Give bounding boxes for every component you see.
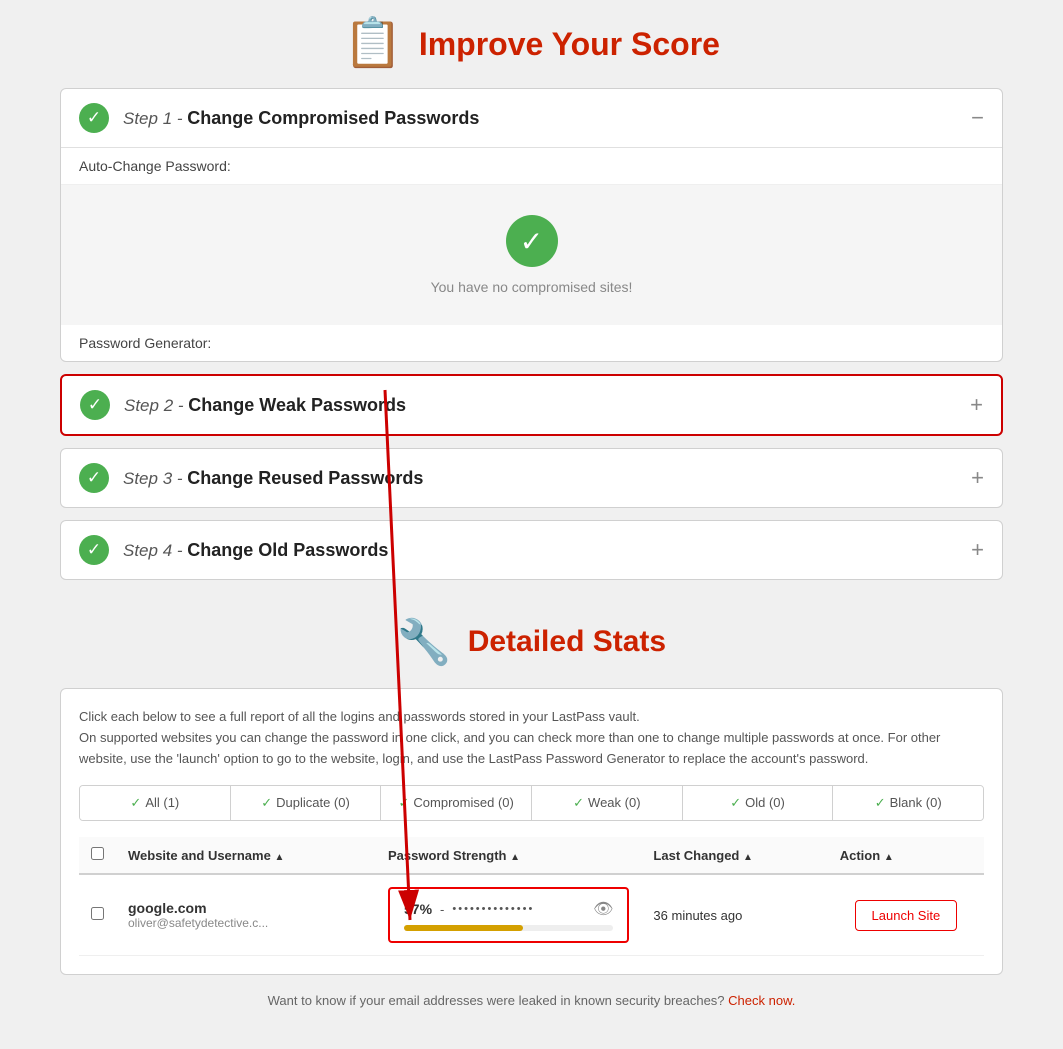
step-1-check-icon: ✓: [79, 103, 109, 133]
step-2-card: ✓ Step 2 - Change Weak Passwords +: [60, 374, 1003, 436]
password-bar-container: [404, 925, 613, 931]
filter-tab-all[interactable]: ✓All (1): [80, 786, 231, 820]
launch-site-button[interactable]: Launch Site: [855, 900, 958, 931]
step-2-toggle[interactable]: +: [970, 392, 983, 418]
step-1-title: Change Compromised Passwords: [187, 108, 479, 128]
step-1-toggle[interactable]: −: [971, 105, 984, 131]
improve-score-header: 📋 Improve Your Score: [60, 10, 1003, 88]
row-checkbox-cell[interactable]: [79, 874, 116, 956]
table-header-password[interactable]: Password Strength: [376, 837, 641, 874]
row-checkbox[interactable]: [91, 907, 104, 920]
table-header-site[interactable]: Website and Username: [116, 837, 376, 874]
page-title: Improve Your Score: [419, 26, 720, 63]
table-header-row: Website and Username Password Strength L…: [79, 837, 984, 874]
footer-text: Want to know if your email addresses wer…: [268, 993, 725, 1008]
table-row: google.com oliver@safetydetective.c... 5…: [79, 874, 984, 956]
filter-tab-old[interactable]: ✓Old (0): [683, 786, 834, 820]
tools-icon: 🔧: [397, 616, 452, 668]
big-check-icon: ✓: [506, 215, 558, 267]
password-percentage: 57%: [404, 901, 432, 917]
filter-tab-weak[interactable]: ✓Weak (0): [532, 786, 683, 820]
eye-icon[interactable]: 👁: [593, 899, 613, 919]
site-name: google.com: [128, 900, 364, 916]
step-2-label: Step 2 - Change Weak Passwords: [124, 395, 406, 416]
step-2-header[interactable]: ✓ Step 2 - Change Weak Passwords +: [62, 376, 1001, 434]
row-password-cell: 57% - •••••••••••••• 👁: [376, 874, 641, 956]
table-header-checkbox: [79, 837, 116, 874]
step-1-card: ✓ Step 1 - Change Compromised Passwords …: [60, 88, 1003, 362]
step-1-label: Step 1 - Change Compromised Passwords: [123, 108, 479, 129]
row-changed-cell: 36 minutes ago: [641, 874, 827, 956]
detailed-stats-header: 🔧 Detailed Stats: [60, 592, 1003, 688]
table-header-action[interactable]: Action: [828, 837, 984, 874]
site-username: oliver@safetydetective.c...: [128, 916, 364, 930]
passwords-table: Website and Username Password Strength L…: [79, 837, 984, 956]
filter-tab-duplicate[interactable]: ✓Duplicate (0): [231, 786, 382, 820]
footer-note: Want to know if your email addresses wer…: [60, 993, 1003, 1008]
step-3-check-icon: ✓: [79, 463, 109, 493]
detailed-stats-title: Detailed Stats: [468, 625, 666, 659]
step-4-card: ✓ Step 4 - Change Old Passwords +: [60, 520, 1003, 580]
table-header-changed[interactable]: Last Changed: [641, 837, 827, 874]
step-4-header[interactable]: ✓ Step 4 - Change Old Passwords +: [61, 521, 1002, 579]
last-changed-text: 36 minutes ago: [653, 908, 742, 923]
filter-tabs: ✓All (1) ✓Duplicate (0) ✓Compromised (0)…: [79, 785, 984, 821]
filter-tab-blank[interactable]: ✓Blank (0): [833, 786, 983, 820]
no-compromised-area: ✓ You have no compromised sites!: [61, 185, 1002, 325]
password-strength-container: 57% - •••••••••••••• 👁: [388, 887, 629, 943]
row-site-cell: google.com oliver@safetydetective.c...: [116, 874, 376, 956]
step-3-title: Change Reused Passwords: [187, 468, 423, 488]
password-generator-label: Password Generator:: [61, 325, 1002, 361]
step-3-label: Step 3 - Change Reused Passwords: [123, 468, 423, 489]
stats-card: Click each below to see a full report of…: [60, 688, 1003, 975]
step-4-toggle[interactable]: +: [971, 537, 984, 563]
step-3-toggle[interactable]: +: [971, 465, 984, 491]
row-action-cell[interactable]: Launch Site: [828, 874, 984, 956]
step-3-header[interactable]: ✓ Step 3 - Change Reused Passwords +: [61, 449, 1002, 507]
stats-description: Click each below to see a full report of…: [79, 707, 984, 769]
step-3-card: ✓ Step 3 - Change Reused Passwords +: [60, 448, 1003, 508]
no-compromised-text: You have no compromised sites!: [431, 279, 633, 295]
filter-tab-compromised[interactable]: ✓Compromised (0): [381, 786, 532, 820]
auto-change-label: Auto-Change Password:: [61, 148, 1002, 185]
password-dots: ••••••••••••••: [452, 903, 585, 915]
step-4-label: Step 4 - Change Old Passwords: [123, 540, 388, 561]
step-2-title: Change Weak Passwords: [188, 395, 406, 415]
clipboard-icon: 📋: [343, 20, 403, 68]
step-1-body: Auto-Change Password: ✓ You have no comp…: [61, 147, 1002, 361]
step-4-check-icon: ✓: [79, 535, 109, 565]
password-bar: [404, 925, 523, 931]
check-now-link[interactable]: Check now.: [728, 993, 795, 1008]
step-2-check-icon: ✓: [80, 390, 110, 420]
step-4-title: Change Old Passwords: [187, 540, 388, 560]
step-1-header[interactable]: ✓ Step 1 - Change Compromised Passwords …: [61, 89, 1002, 147]
select-all-checkbox[interactable]: [91, 847, 104, 860]
